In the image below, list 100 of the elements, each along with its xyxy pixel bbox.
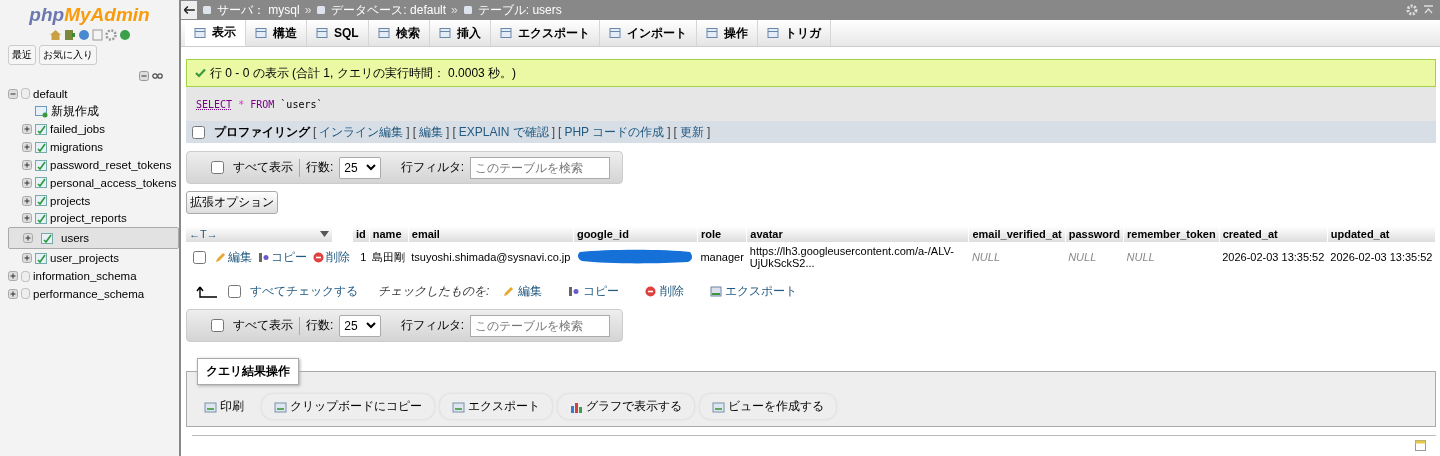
- tab[interactable]: エクスポート: [490, 20, 600, 46]
- profiling-checkbox[interactable]: [192, 125, 205, 139]
- tab-icon: [194, 26, 206, 39]
- sidebar-button[interactable]: 最近: [8, 45, 36, 65]
- expand-icon[interactable]: [22, 177, 32, 188]
- column-header[interactable]: remember_token: [1123, 226, 1220, 242]
- filter-label: 行フィルタ:: [400, 317, 465, 334]
- dropdown-icon[interactable]: [320, 231, 329, 237]
- bracket: ]: [706, 125, 711, 139]
- tab[interactable]: 検索: [368, 20, 430, 46]
- expand-icon[interactable]: [8, 271, 18, 282]
- tab-icon: [499, 27, 512, 39]
- tab[interactable]: 挿入: [429, 20, 491, 46]
- column-header[interactable]: id: [353, 226, 370, 242]
- chevron-down-icon: [365, 164, 376, 171]
- with-selected-label: チェックしたものを:: [378, 283, 490, 300]
- table-cell: 2026-02-03 13:35:52: [1330, 251, 1433, 263]
- column-header[interactable]: google_id: [573, 226, 698, 242]
- collapse-top-icon[interactable]: [1423, 5, 1434, 15]
- column-header[interactable]: avatar: [746, 226, 969, 242]
- column-header[interactable]: role: [697, 226, 747, 242]
- table-item[interactable]: 新規作成: [8, 102, 179, 121]
- bulk-action-link[interactable]: 削除: [645, 283, 685, 300]
- bracket: ]: [667, 125, 671, 139]
- expand-icon[interactable]: [22, 142, 32, 153]
- bracket: ]: [551, 125, 556, 139]
- column-header[interactable]: created_at: [1219, 226, 1328, 242]
- query-action-button[interactable]: クリップボードにコピー: [261, 393, 435, 420]
- delete-icon: [313, 251, 324, 263]
- table-item[interactable]: password_reset_tokens: [8, 156, 179, 174]
- link[interactable]: 更新: [679, 123, 704, 141]
- expand-icon[interactable]: [8, 288, 18, 299]
- extended-options-button[interactable]: 拡張オプション: [186, 191, 278, 214]
- expand-icon[interactable]: [22, 195, 32, 206]
- table-item[interactable]: migrations: [8, 138, 179, 157]
- query-action-button[interactable]: ビューを作成する: [699, 393, 837, 420]
- check-all-checkbox[interactable]: [228, 285, 241, 298]
- expand-icon[interactable]: [22, 213, 32, 224]
- logo[interactable]: phpMyAdmin: [0, 0, 179, 26]
- pencil-icon: [215, 251, 226, 263]
- console-icon[interactable]: [1415, 440, 1426, 451]
- show-all-checkbox[interactable]: [211, 319, 224, 332]
- query-action-button[interactable]: グラフで表示する: [557, 393, 695, 420]
- breadcrumb-link[interactable]: サーバ： mysql: [217, 1, 300, 19]
- collapse-icon[interactable]: [8, 88, 18, 99]
- tab[interactable]: SQL: [307, 20, 369, 46]
- column-header[interactable]: password: [1065, 226, 1124, 242]
- table-item[interactable]: user_projects: [8, 249, 179, 268]
- column-header[interactable]: name: [369, 226, 409, 242]
- bulk-action-link[interactable]: 編集: [503, 283, 543, 300]
- table-cell: manager: [700, 251, 744, 263]
- link[interactable]: インライン編集: [319, 123, 404, 141]
- row-action-link[interactable]: 編集: [215, 248, 252, 266]
- tab[interactable]: 構造: [246, 20, 307, 46]
- table-item[interactable]: users: [8, 227, 179, 250]
- bulk-action-link[interactable]: コピー: [568, 283, 620, 300]
- row-checkbox[interactable]: [193, 250, 206, 264]
- tab[interactable]: 表示: [185, 20, 246, 46]
- tab[interactable]: インポート: [599, 20, 697, 46]
- expand-icon[interactable]: [22, 160, 32, 171]
- link[interactable]: EXPLAIN で確認: [458, 123, 549, 141]
- column-header[interactable]: email_verified_at: [968, 226, 1066, 242]
- table-item[interactable]: projects: [8, 191, 179, 210]
- table-cell: NULL: [1126, 251, 1155, 263]
- filter-field[interactable]: このテーブルを検索: [470, 314, 611, 337]
- profiling-label: プロファイリング: [214, 123, 310, 141]
- expand-icon[interactable]: [22, 253, 32, 264]
- query-action-button[interactable]: エクスポート: [439, 393, 553, 420]
- tab-icon: [705, 27, 718, 39]
- database-item[interactable]: performance_schema: [33, 287, 145, 300]
- tab[interactable]: トリガ: [757, 20, 831, 46]
- expand-icon[interactable]: [23, 233, 33, 244]
- database-item[interactable]: default: [33, 87, 68, 100]
- collapse-icon[interactable]: [139, 71, 149, 81]
- settings-icon[interactable]: [104, 29, 117, 41]
- bulk-action-link[interactable]: エクスポート: [710, 283, 798, 300]
- rows-select[interactable]: 25: [339, 314, 381, 337]
- row-action-link[interactable]: 削除: [313, 248, 350, 266]
- link-icon[interactable]: [152, 73, 163, 79]
- tab-icon: [255, 27, 267, 39]
- row-action-link[interactable]: コピー: [258, 248, 307, 266]
- column-header[interactable]: updated_at: [1327, 226, 1436, 242]
- expand-icon[interactable]: [22, 124, 32, 135]
- table-item[interactable]: failed_jobs: [8, 120, 179, 139]
- breadcrumb-link[interactable]: データベース: default: [331, 1, 447, 19]
- rows-select[interactable]: 25: [339, 156, 381, 179]
- link[interactable]: PHP コードの作成: [564, 123, 665, 141]
- link[interactable]: 編集: [419, 123, 444, 141]
- column-arrows[interactable]: ←T→: [189, 228, 218, 240]
- breadcrumb-link[interactable]: テーブル: users: [477, 1, 562, 19]
- column-header[interactable]: email: [408, 226, 574, 242]
- new-table-icon: [35, 105, 48, 118]
- check-all-link[interactable]: すべてチェックする: [250, 283, 358, 300]
- show-all-checkbox[interactable]: [211, 161, 224, 174]
- table-item[interactable]: project_reports: [8, 209, 179, 228]
- tab[interactable]: 操作: [696, 20, 758, 46]
- database-item[interactable]: information_schema: [33, 270, 137, 283]
- table-item[interactable]: personal_access_tokens: [8, 174, 179, 192]
- filter-field[interactable]: このテーブルを検索: [470, 156, 611, 179]
- sidebar-button[interactable]: お気に入り: [39, 45, 97, 65]
